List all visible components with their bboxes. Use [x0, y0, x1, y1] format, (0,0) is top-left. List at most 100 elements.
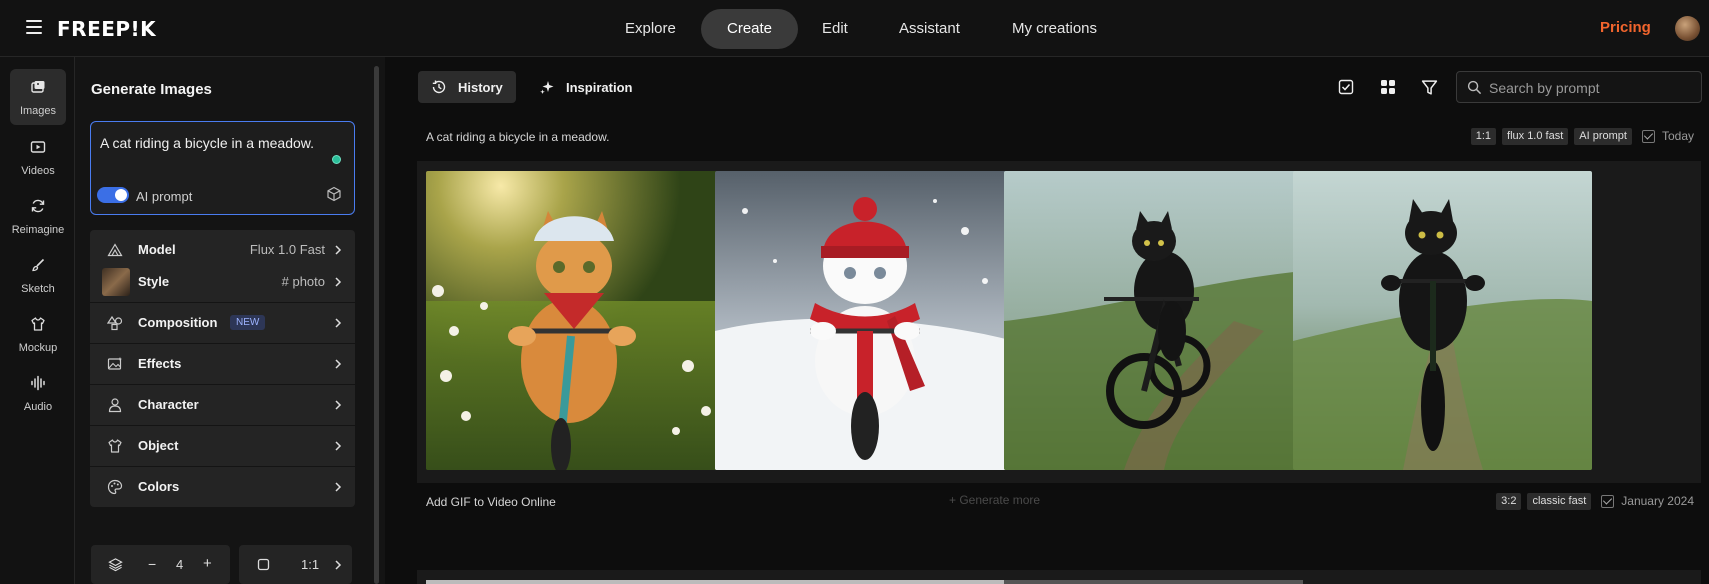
- image-count-control: − 4 +: [91, 545, 230, 584]
- video-icon: [30, 141, 46, 153]
- tab-inspiration[interactable]: Inspiration: [526, 71, 636, 103]
- status-dot: [332, 155, 341, 164]
- chevron-right-icon: [335, 560, 342, 570]
- shapes-icon: [107, 315, 123, 331]
- rail-label: Mockup: [18, 342, 58, 354]
- generate-panel: Generate Images A cat riding a bicycle i…: [75, 57, 385, 584]
- main-nav: Explore Create Edit Assistant My creatio…: [0, 9, 1709, 49]
- object-selector[interactable]: Object: [90, 426, 355, 466]
- colors-label: Colors: [138, 479, 180, 494]
- style-value: # photo: [281, 274, 325, 289]
- effects-selector[interactable]: Effects: [90, 344, 355, 384]
- audio-wave-icon: [31, 375, 45, 391]
- rail-item-reimagine[interactable]: Reimagine: [10, 188, 66, 244]
- select-checkbox-icon[interactable]: [1338, 79, 1354, 95]
- chevron-right-icon: [335, 441, 342, 451]
- image-icon: [31, 81, 45, 93]
- generated-image[interactable]: [1293, 171, 1592, 470]
- prompt-box[interactable]: A cat riding a bicycle in a meadow. AI p…: [90, 121, 355, 215]
- panel-scrollbar[interactable]: [374, 66, 379, 584]
- ratio-tag: 3:2: [1496, 493, 1522, 510]
- square-icon: [257, 558, 270, 571]
- rail-label: Reimagine: [11, 224, 65, 236]
- rail-label: Audio: [23, 401, 53, 413]
- new-badge: NEW: [230, 315, 266, 330]
- character-label: Character: [138, 397, 199, 412]
- group-tags: 3:2 classic fast January 2024: [1490, 493, 1694, 511]
- search-box[interactable]: [1456, 71, 1702, 103]
- character-selector[interactable]: Character: [90, 385, 355, 425]
- person-icon: [108, 398, 122, 413]
- nav-edit[interactable]: Edit: [796, 9, 874, 49]
- rail-item-videos[interactable]: Videos: [10, 129, 66, 185]
- generated-image[interactable]: [426, 580, 725, 584]
- rail-label: Sketch: [21, 283, 55, 295]
- rail-item-mockup[interactable]: Mockup: [10, 306, 66, 362]
- chevron-right-icon: [335, 318, 342, 328]
- pricing-link[interactable]: Pricing: [1600, 19, 1651, 36]
- increase-count-button[interactable]: +: [203, 555, 212, 572]
- aspect-ratio-value: 1:1: [301, 557, 320, 572]
- user-avatar[interactable]: [1675, 16, 1700, 41]
- chevron-right-icon: [335, 245, 342, 255]
- rail-item-audio[interactable]: Audio: [10, 365, 66, 421]
- model-label: Model: [138, 242, 176, 257]
- rail-label: Videos: [21, 165, 55, 177]
- group-tags: 1:1 flux 1.0 fast AI prompt Today: [1465, 128, 1694, 146]
- model-value: Flux 1.0 Fast: [249, 242, 325, 257]
- nav-assistant[interactable]: Assistant: [873, 9, 986, 49]
- shirt-icon: [31, 317, 45, 331]
- chevron-right-icon: [335, 400, 342, 410]
- group-prompt[interactable]: Add GIF to Video Online: [426, 495, 556, 509]
- effects-image-icon: [107, 357, 122, 370]
- composition-label: Composition: [138, 315, 218, 330]
- model-icon: [107, 243, 123, 257]
- group-prompt[interactable]: A cat riding a bicycle in a meadow.: [426, 130, 609, 144]
- rail-item-images[interactable]: Images: [10, 69, 66, 125]
- model-tag: flux 1.0 fast: [1502, 128, 1569, 145]
- aspect-ratio-selector[interactable]: 1:1: [239, 545, 352, 584]
- search-input[interactable]: [1489, 78, 1689, 98]
- generated-image[interactable]: [426, 171, 725, 470]
- ratio-tag: 1:1: [1470, 128, 1497, 145]
- palette-icon: [107, 479, 123, 495]
- style-label: Style: [138, 274, 170, 289]
- generate-more-button[interactable]: + Generate more: [949, 493, 1040, 507]
- ai-prompt-toggle[interactable]: [97, 187, 129, 203]
- style-selector[interactable]: Style # photo: [90, 262, 355, 302]
- prompt-text[interactable]: A cat riding a bicycle in a meadow.: [100, 135, 314, 151]
- tool-rail: Images Videos Reimagine Sketch Mockup Au…: [0, 57, 75, 584]
- generated-image[interactable]: [715, 171, 1014, 470]
- nav-explore[interactable]: Explore: [599, 9, 702, 49]
- refresh-icon: [31, 199, 45, 213]
- ai-prompt-label: AI prompt: [136, 189, 193, 204]
- chevron-right-icon: [335, 359, 342, 369]
- tab-label: History: [458, 80, 503, 95]
- brush-icon: [32, 258, 45, 272]
- object-label: Object: [138, 438, 179, 453]
- composition-selector[interactable]: Composition NEW: [90, 303, 355, 343]
- rail-label: Images: [19, 105, 57, 117]
- filter-icon[interactable]: [1421, 79, 1438, 96]
- sparkle-icon: [540, 81, 554, 94]
- tab-label: Inspiration: [566, 80, 633, 95]
- colors-selector[interactable]: Colors: [90, 467, 355, 507]
- top-bar: FREEP!K Explore Create Edit Assistant My…: [0, 0, 1709, 57]
- panel-title: Generate Images: [91, 81, 212, 98]
- generated-image[interactable]: [715, 580, 1014, 584]
- layers-icon: [108, 558, 123, 572]
- nav-my-creations[interactable]: My creations: [986, 9, 1123, 49]
- object-icon: [108, 439, 122, 453]
- decrease-count-button[interactable]: −: [148, 556, 156, 572]
- generated-image[interactable]: [1004, 580, 1303, 584]
- chevron-right-icon: [335, 277, 342, 287]
- group-select-checkbox[interactable]: [1641, 130, 1655, 143]
- cube-icon[interactable]: [326, 186, 342, 202]
- style-thumbnail: [102, 268, 130, 296]
- group-select-checkbox[interactable]: [1601, 495, 1615, 508]
- rail-item-sketch[interactable]: Sketch: [10, 247, 66, 303]
- grid-view-icon[interactable]: [1380, 79, 1396, 95]
- generated-image[interactable]: [1004, 171, 1303, 470]
- nav-create[interactable]: Create: [701, 9, 799, 49]
- tab-history[interactable]: History: [418, 71, 516, 103]
